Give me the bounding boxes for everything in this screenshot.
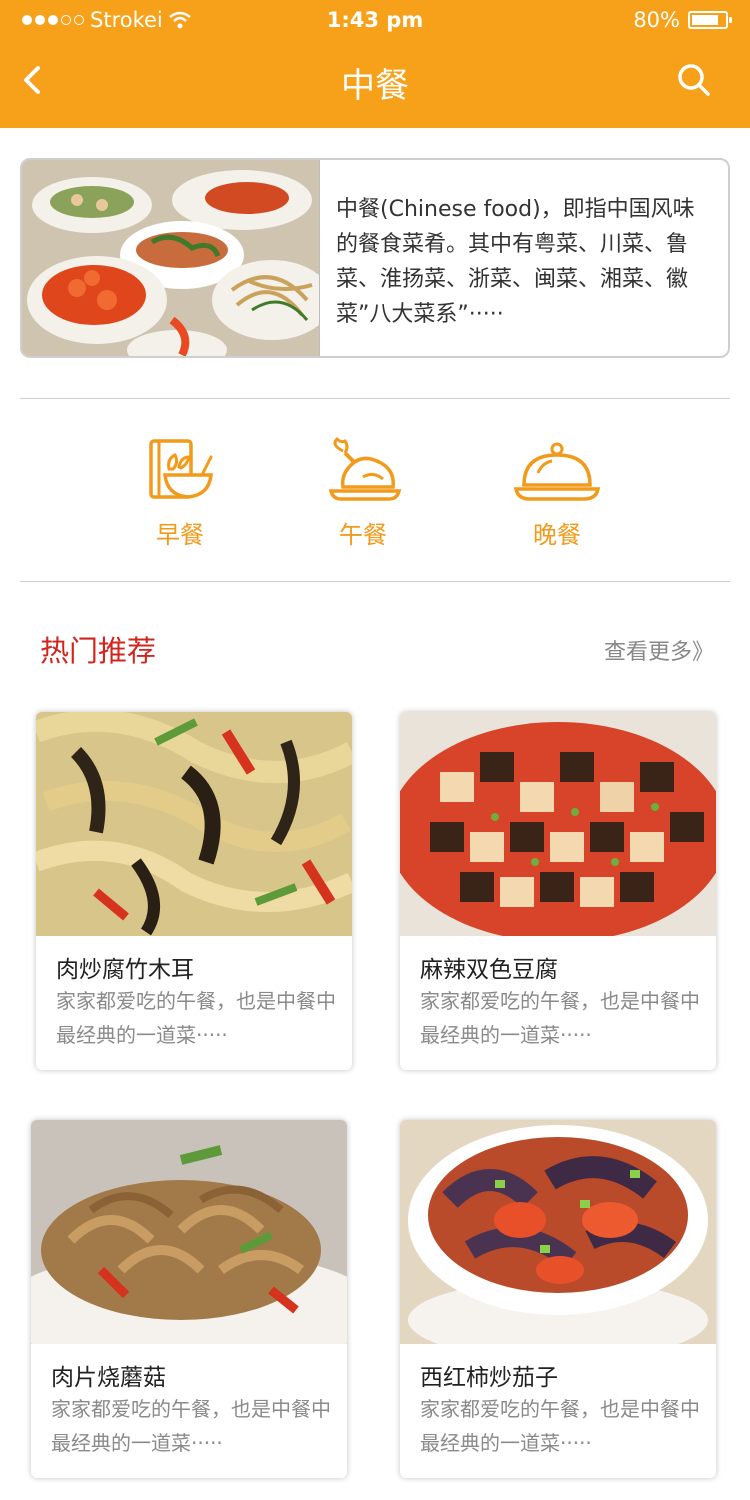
- roast-chicken-icon: [328, 436, 402, 501]
- dish-description: 家家都爱吃的午餐，也是中餐中最经典的一道菜·····: [51, 1397, 331, 1455]
- dish-name: 肉片烧蘑菇: [51, 1365, 166, 1391]
- navigation-bar: 中餐: [0, 40, 750, 128]
- meal-lunch[interactable]: 午餐: [303, 435, 423, 550]
- tofu-skin-wood-ear-photo: [36, 712, 352, 936]
- dish-card[interactable]: 肉炒腐竹木耳 家家都爱吃的午餐，也是中餐中最经典的一道菜·····: [36, 712, 352, 1070]
- search-icon: [678, 64, 710, 96]
- two-color-tofu-photo: [400, 712, 716, 936]
- divider: [20, 398, 730, 399]
- pork-mushroom-photo: [31, 1120, 347, 1344]
- battery-icon: [688, 11, 732, 29]
- tomato-eggplant-photo: [400, 1120, 716, 1344]
- dish-name: 肉炒腐竹木耳: [56, 957, 194, 983]
- meal-breakfast[interactable]: 早餐: [120, 435, 240, 550]
- meal-label-breakfast: 早餐: [156, 521, 204, 549]
- intro-card[interactable]: 中餐(Chinese food)，即指中国风味的餐食菜肴。其中有粤菜、川菜、鲁菜…: [20, 158, 730, 358]
- view-more-link[interactable]: 查看更多》: [604, 634, 714, 666]
- divider: [20, 581, 730, 582]
- chinese-dishes-photo: [22, 160, 320, 356]
- section-title: 热门推荐: [40, 634, 157, 668]
- status-bar: Strokei 1:43 pm 80%: [0, 0, 750, 40]
- meal-label-lunch: 午餐: [339, 521, 387, 549]
- meal-dinner[interactable]: 晚餐: [497, 435, 617, 550]
- dish-description: 家家都爱吃的午餐，也是中餐中最经典的一道菜·····: [56, 989, 336, 1047]
- dish-name: 麻辣双色豆腐: [420, 957, 558, 983]
- breakfast-bowl-icon: [149, 439, 213, 499]
- battery-status: 80%: [633, 8, 732, 32]
- dish-card[interactable]: 西红柿炒茄子 家家都爱吃的午餐，也是中餐中最经典的一道菜·····: [400, 1120, 716, 1478]
- dish-name: 西红柿炒茄子: [420, 1365, 558, 1391]
- app-header: Strokei 1:43 pm 80% 中餐: [0, 0, 750, 128]
- dish-card[interactable]: 麻辣双色豆腐 家家都爱吃的午餐，也是中餐中最经典的一道菜·····: [400, 712, 716, 1070]
- dish-description: 家家都爱吃的午餐，也是中餐中最经典的一道菜·····: [420, 989, 700, 1047]
- search-button[interactable]: [674, 60, 714, 100]
- cloche-icon: [514, 442, 600, 501]
- dish-description: 家家都爱吃的午餐，也是中餐中最经典的一道菜·····: [420, 1397, 700, 1455]
- page-title: 中餐: [341, 66, 409, 106]
- intro-description: 中餐(Chinese food)，即指中国风味的餐食菜肴。其中有粤菜、川菜、鲁菜…: [336, 197, 695, 327]
- dish-card[interactable]: 肉片烧蘑菇 家家都爱吃的午餐，也是中餐中最经典的一道菜·····: [31, 1120, 347, 1478]
- battery-percent: 80%: [633, 8, 680, 32]
- meal-label-dinner: 晚餐: [533, 521, 581, 549]
